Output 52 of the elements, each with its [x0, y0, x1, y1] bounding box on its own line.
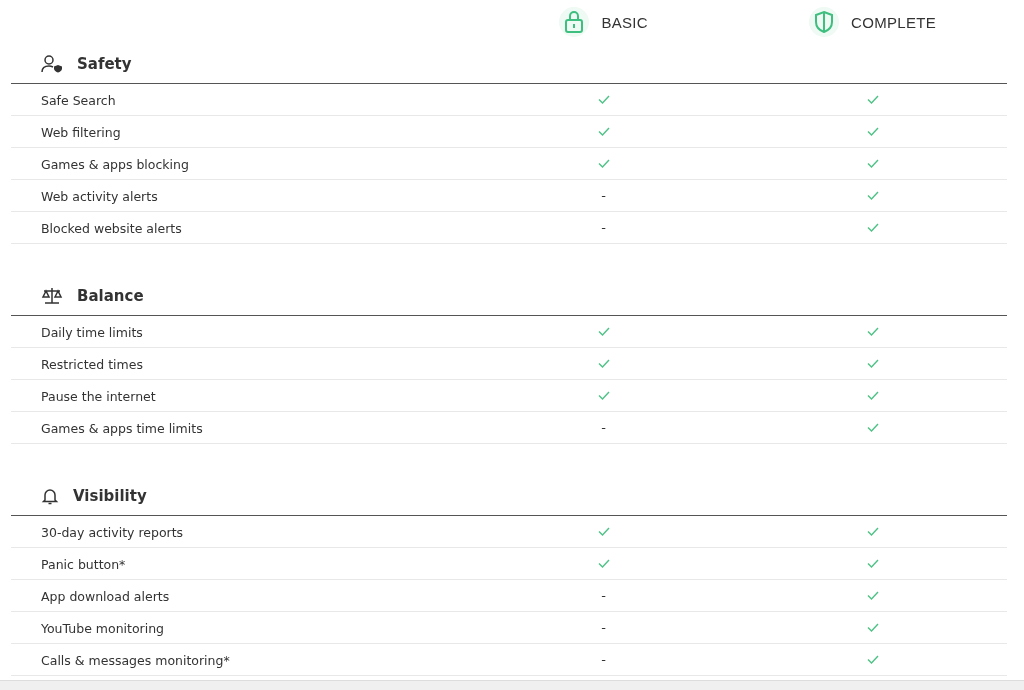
unavailable-mark: - [601, 188, 607, 203]
check-icon [866, 391, 879, 400]
check-icon [866, 655, 879, 664]
check-icon [866, 95, 879, 104]
unavailable-mark: - [601, 220, 607, 235]
check-icon [866, 623, 879, 632]
plan-name: COMPLETE [851, 13, 937, 31]
check-icon [597, 559, 610, 568]
check-icon [866, 527, 879, 536]
unavailable-mark: - [601, 620, 607, 635]
feature-name: Games & apps blocking [41, 157, 189, 172]
check-icon [866, 191, 879, 200]
check-icon [866, 327, 879, 336]
check-icon [597, 527, 610, 536]
bell-icon [41, 486, 59, 505]
check-icon [866, 423, 879, 432]
check-icon [597, 127, 610, 136]
check-icon [866, 223, 879, 232]
person-shield-icon [41, 54, 63, 73]
feature-name: Safe Search [41, 93, 116, 108]
check-icon [866, 127, 879, 136]
check-icon [597, 359, 610, 368]
feature-name: Web activity alerts [41, 189, 158, 204]
check-icon [597, 159, 610, 168]
unavailable-mark: - [601, 652, 607, 667]
section-title: Safety [77, 54, 132, 73]
feature-name: Web filtering [41, 125, 121, 140]
feature-name: Games & apps time limits [41, 421, 203, 436]
check-icon [866, 559, 879, 568]
section-title: Visibility [73, 486, 147, 505]
unavailable-mark: - [601, 588, 607, 603]
feature-name: 30-day activity reports [41, 525, 184, 540]
check-icon [866, 591, 879, 600]
scale-icon [41, 286, 63, 305]
feature-name: Pause the internet [41, 389, 156, 404]
feature-name: Blocked website alerts [41, 221, 182, 236]
unavailable-mark: - [601, 420, 607, 435]
check-icon [866, 359, 879, 368]
plan-name: BASIC [601, 13, 648, 31]
section-title: Balance [77, 286, 144, 305]
check-icon [597, 391, 610, 400]
feature-name: Panic button* [41, 557, 126, 572]
shield-icon [813, 10, 836, 34]
lock-icon [563, 10, 586, 34]
feature-name: Daily time limits [41, 325, 143, 340]
feature-name: App download alerts [41, 589, 170, 604]
check-icon [597, 95, 610, 104]
check-icon [597, 327, 610, 336]
feature-name: Calls & messages monitoring* [41, 653, 230, 668]
feature-name: Restricted times [41, 357, 143, 372]
check-icon [866, 159, 879, 168]
feature-name: YouTube monitoring [41, 621, 165, 636]
